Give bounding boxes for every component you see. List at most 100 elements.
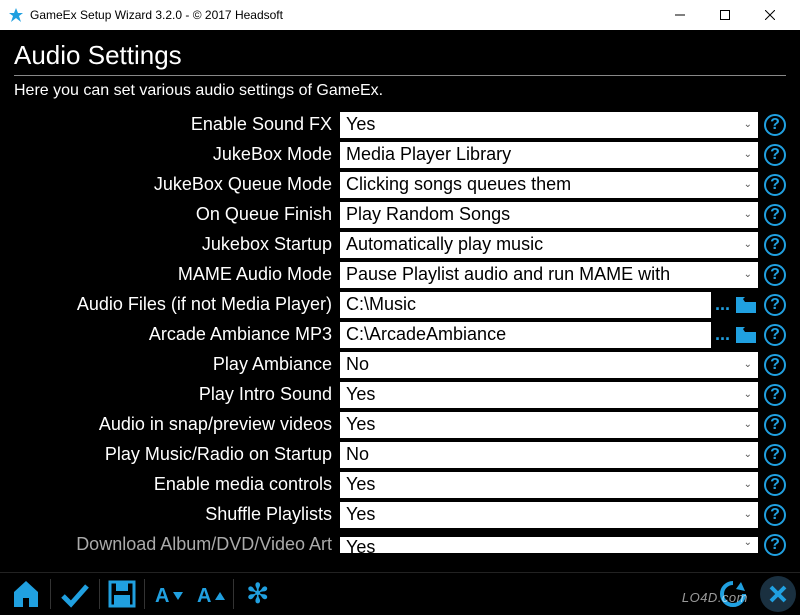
dropdown-value: Yes [346, 474, 375, 495]
help-icon[interactable]: ? [764, 414, 786, 436]
setting-row: Play Intro SoundYes⌄? [14, 380, 786, 409]
dropdown-value: Yes [346, 384, 375, 405]
setting-row: Enable Sound FXYes⌄? [14, 110, 786, 139]
chevron-down-icon: ⌄ [744, 479, 752, 490]
help-icon[interactable]: ? [764, 144, 786, 166]
setting-dropdown[interactable]: Automatically play music ⌄ [340, 232, 758, 258]
toolbar-divider [144, 579, 145, 609]
setting-dropdown[interactable]: Pause Playlist audio and run MAME with ⌄ [340, 262, 758, 288]
help-icon[interactable]: ? [764, 294, 786, 316]
dropdown-value: Automatically play music [346, 234, 543, 255]
setting-control: Yes ⌄? [340, 472, 786, 498]
help-icon[interactable]: ? [764, 474, 786, 496]
dropdown-value: Media Player Library [346, 144, 511, 165]
help-icon[interactable]: ? [764, 534, 786, 556]
close-circle-button[interactable] [760, 576, 796, 612]
setting-row: JukeBox Queue ModeClicking songs queues … [14, 170, 786, 199]
setting-control: Play Random Songs⌄? [340, 202, 786, 228]
settings-gear-button[interactable]: ✻ [236, 575, 278, 613]
chevron-down-icon: ⌄ [744, 359, 752, 370]
font-increase-button[interactable]: A [189, 575, 231, 613]
setting-control: Yes⌄? [340, 412, 786, 438]
setting-control: Yes ⌄? [340, 502, 786, 528]
settings-list: Enable Sound FXYes⌄?JukeBox ModeMedia Pl… [14, 110, 786, 559]
chevron-down-icon: ⌄ [744, 509, 752, 520]
dropdown-value: Yes [346, 114, 375, 135]
help-icon[interactable]: ? [764, 264, 786, 286]
setting-dropdown[interactable]: Yes ⌄ [340, 112, 758, 138]
check-button[interactable] [53, 575, 97, 613]
setting-label: Play Intro Sound [14, 384, 340, 405]
setting-control: Yes ⌄? [340, 112, 786, 138]
setting-control: Automatically play music ⌄? [340, 232, 786, 258]
setting-row: On Queue FinishPlay Random Songs⌄? [14, 200, 786, 229]
setting-label: Shuffle Playlists [14, 504, 340, 525]
setting-label: Play Ambiance [14, 354, 340, 375]
setting-dropdown[interactable]: No ⌄ [340, 442, 758, 468]
help-icon[interactable]: ? [764, 384, 786, 406]
setting-label: JukeBox Queue Mode [14, 174, 340, 195]
setting-dropdown[interactable]: Yes ⌄ [340, 502, 758, 528]
main-panel: Audio Settings Here you can set various … [0, 30, 800, 572]
setting-control: C:\Music...? [340, 292, 786, 318]
watermark: LO4D.com [682, 590, 748, 605]
save-button[interactable] [102, 575, 142, 613]
setting-control: Yes ⌄? [340, 534, 786, 556]
dropdown-value: No [346, 444, 369, 465]
chevron-down-icon: ⌄ [744, 119, 752, 130]
setting-row: Jukebox StartupAutomatically play music⌄… [14, 230, 786, 259]
setting-dropdown[interactable]: Yes⌄ [340, 412, 758, 438]
maximize-button[interactable] [702, 0, 747, 30]
setting-control: Media Player Library⌄? [340, 142, 786, 168]
titlebar: GameEx Setup Wizard 3.2.0 - © 2017 Heads… [0, 0, 800, 30]
page-title: Audio Settings [14, 40, 786, 75]
setting-control: No ⌄? [340, 442, 786, 468]
chevron-down-icon: ⌄ [744, 449, 752, 460]
dropdown-value: Yes [346, 537, 375, 553]
setting-control: Clicking songs queues them⌄? [340, 172, 786, 198]
close-button[interactable] [747, 0, 792, 30]
toolbar-divider [50, 579, 51, 609]
browse-button[interactable]: ... [713, 322, 732, 348]
setting-dropdown[interactable]: Clicking songs queues them⌄ [340, 172, 758, 198]
setting-row: JukeBox ModeMedia Player Library⌄? [14, 140, 786, 169]
setting-dropdown[interactable]: Media Player Library⌄ [340, 142, 758, 168]
setting-row: Download Album/DVD/Video Art Yes ⌄? [14, 530, 786, 559]
help-icon[interactable]: ? [764, 204, 786, 226]
chevron-down-icon: ⌄ [744, 537, 752, 548]
home-button[interactable] [4, 575, 48, 613]
dropdown-value: Yes [346, 504, 375, 525]
setting-dropdown[interactable]: Play Random Songs⌄ [340, 202, 758, 228]
toolbar-divider [99, 579, 100, 609]
dropdown-value: Play Random Songs [346, 204, 510, 225]
chevron-down-icon: ⌄ [744, 239, 752, 250]
setting-label: Download Album/DVD/Video Art [14, 534, 340, 555]
setting-control: Pause Playlist audio and run MAME with ⌄? [340, 262, 786, 288]
dropdown-value: Pause Playlist audio and run MAME with [346, 264, 670, 285]
help-icon[interactable]: ? [764, 174, 786, 196]
svg-text:✻: ✻ [246, 579, 269, 609]
help-icon[interactable]: ? [764, 324, 786, 346]
font-decrease-button[interactable]: A [147, 575, 189, 613]
help-icon[interactable]: ? [764, 354, 786, 376]
setting-dropdown[interactable]: Yes⌄ [340, 382, 758, 408]
setting-label: MAME Audio Mode [14, 264, 340, 285]
minimize-button[interactable] [657, 0, 702, 30]
help-icon[interactable]: ? [764, 444, 786, 466]
setting-dropdown[interactable]: Yes ⌄ [340, 537, 758, 553]
folder-icon[interactable] [734, 292, 758, 318]
setting-label: Enable media controls [14, 474, 340, 495]
setting-dropdown[interactable]: No⌄ [340, 352, 758, 378]
setting-label: Play Music/Radio on Startup [14, 444, 340, 465]
help-icon[interactable]: ? [764, 234, 786, 256]
help-icon[interactable]: ? [764, 114, 786, 136]
setting-path-field[interactable]: C:\Music [340, 292, 711, 318]
setting-path-field[interactable]: C:\ArcadeAmbiance [340, 322, 711, 348]
setting-row: MAME Audio ModePause Playlist audio and … [14, 260, 786, 289]
setting-dropdown[interactable]: Yes ⌄ [340, 472, 758, 498]
help-icon[interactable]: ? [764, 504, 786, 526]
chevron-down-icon: ⌄ [744, 269, 752, 280]
browse-button[interactable]: ... [713, 292, 732, 318]
folder-icon[interactable] [734, 322, 758, 348]
window-title: GameEx Setup Wizard 3.2.0 - © 2017 Heads… [30, 8, 657, 22]
